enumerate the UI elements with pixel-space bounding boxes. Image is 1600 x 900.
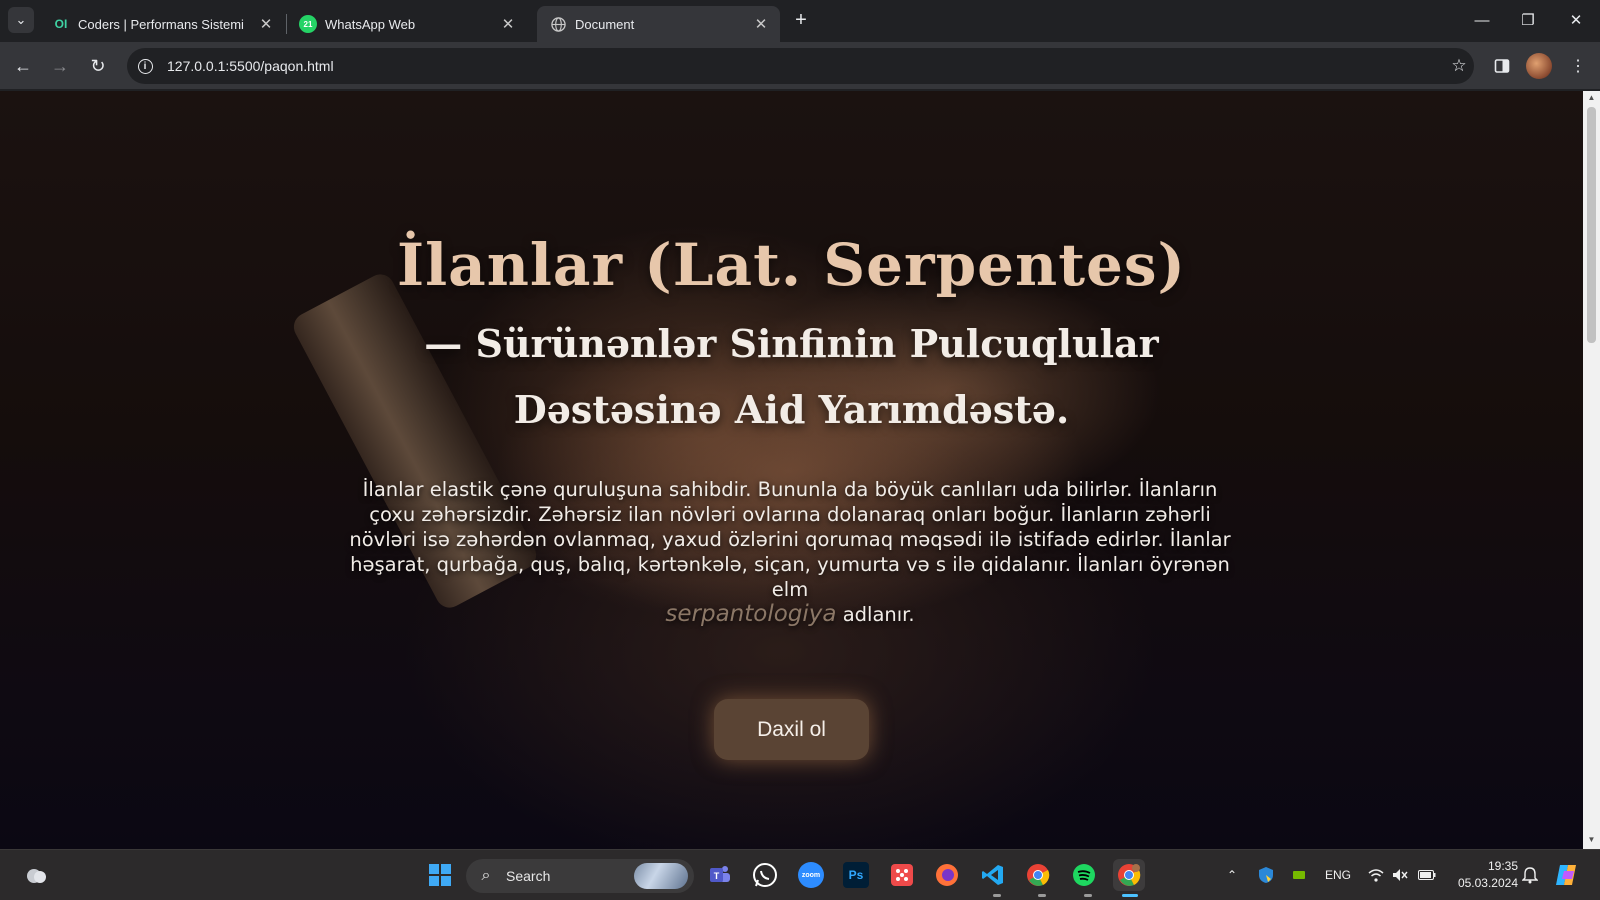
- clock-time: 19:35: [1487, 859, 1518, 873]
- battery-icon[interactable]: [1416, 864, 1438, 886]
- close-icon[interactable]: ✕: [257, 15, 275, 33]
- menu-kebab-icon[interactable]: ⋮: [1564, 52, 1592, 80]
- coders-favicon-icon: OI: [54, 17, 68, 31]
- tab-document[interactable]: Document ✕: [537, 6, 780, 42]
- clock-date: 05.03.2024: [1457, 876, 1518, 890]
- scroll-down-arrow-icon[interactable]: ▼: [1587, 835, 1596, 844]
- hero-section: İlanlar (Lat. Serpentes) — Sürünənlər Si…: [0, 91, 1583, 849]
- search-highlight-image: [634, 863, 688, 889]
- chrome-running-indicator: [1038, 894, 1046, 897]
- speaker-muted-icon[interactable]: [1390, 864, 1410, 886]
- defender-shield-icon[interactable]: [1255, 864, 1277, 886]
- tab-strip: ⌄ OI Coders | Performans Sistemi ✕ 21 Wh…: [0, 0, 1600, 42]
- close-icon[interactable]: ✕: [499, 15, 517, 33]
- page-subtitle-line2: Dəstəsinə Aid Yarımdəstə.: [513, 387, 1070, 432]
- bookmark-star-icon[interactable]: ☆: [1444, 56, 1474, 76]
- description-end: adlanır.: [842, 603, 915, 626]
- login-button[interactable]: Daxil ol: [714, 699, 869, 760]
- minimize-icon[interactable]: —: [1470, 8, 1494, 32]
- reload-icon[interactable]: ↻: [84, 52, 112, 80]
- window-close-icon[interactable]: ✕: [1564, 8, 1588, 32]
- svg-text:T: T: [714, 871, 720, 881]
- profile-avatar[interactable]: [1526, 53, 1552, 79]
- description-paragraph: İlanlar elastik çənə quruluşuna sahibdir…: [340, 477, 1240, 627]
- vscode-icon[interactable]: [977, 859, 1009, 891]
- active-app-indicator: [1122, 894, 1138, 897]
- whatsapp-favicon-icon: 21: [299, 15, 317, 33]
- sandbox-app-icon[interactable]: [886, 859, 918, 891]
- scrollbar-thumb[interactable]: [1587, 107, 1596, 343]
- page-viewport: İlanlar (Lat. Serpentes) — Sürünənlər Si…: [0, 91, 1583, 849]
- url-text[interactable]: 127.0.0.1:5500/paqon.html: [167, 58, 1444, 74]
- language-indicator[interactable]: ENG: [1322, 864, 1354, 886]
- scroll-up-arrow-icon[interactable]: ▲: [1587, 93, 1596, 102]
- tab-search-chevron-icon[interactable]: ⌄: [8, 7, 34, 33]
- chrome-profile-icon[interactable]: [1113, 859, 1145, 891]
- globe-icon: [549, 15, 567, 33]
- firefox-icon[interactable]: [931, 859, 963, 891]
- search-icon: ⌕: [481, 867, 491, 884]
- browser-toolbar: ← → ↻ i 127.0.0.1:5500/paqon.html ☆ ⋮: [0, 42, 1600, 90]
- page-scrollbar[interactable]: ▲ ▼: [1583, 91, 1600, 849]
- page-subtitle-line1: — Sürünənlər Sinfinin Pulcuqlular: [424, 321, 1159, 366]
- weather-icon[interactable]: [20, 859, 52, 891]
- tab-title: Coders | Performans Sistemi: [78, 16, 244, 32]
- back-arrow-icon[interactable]: ←: [9, 52, 37, 80]
- serpentology-term: serpantologiya: [665, 601, 837, 627]
- address-bar[interactable]: i 127.0.0.1:5500/paqon.html ☆: [127, 48, 1474, 84]
- site-info-icon[interactable]: i: [127, 48, 163, 84]
- chrome-icon[interactable]: [1022, 859, 1054, 891]
- description-text: İlanlar elastik çənə quruluşuna sahibdir…: [349, 478, 1231, 601]
- tray-chevron-up-icon[interactable]: ⌃: [1222, 864, 1242, 886]
- wifi-icon[interactable]: [1366, 864, 1386, 886]
- nvidia-icon[interactable]: [1289, 864, 1309, 886]
- copilot-icon[interactable]: [1552, 859, 1582, 891]
- close-icon[interactable]: ✕: [752, 15, 770, 33]
- new-tab-button[interactable]: +: [790, 9, 812, 31]
- windows-start-icon[interactable]: [424, 859, 456, 891]
- taskbar-search-box[interactable]: ⌕ Search: [466, 859, 694, 893]
- tab-whatsapp[interactable]: 21 WhatsApp Web ✕: [287, 6, 527, 42]
- photoshop-icon[interactable]: Ps: [840, 859, 872, 891]
- system-clock[interactable]: 19:35 05.03.2024: [1444, 858, 1518, 892]
- spotify-running-indicator: [1084, 894, 1092, 897]
- side-panel-icon[interactable]: [1488, 52, 1516, 80]
- spotify-icon[interactable]: [1068, 859, 1100, 891]
- vscode-running-indicator: [993, 894, 1001, 897]
- tab-title: WhatsApp Web: [325, 16, 416, 32]
- search-label: Search: [506, 868, 551, 884]
- notification-bell-icon[interactable]: [1520, 864, 1540, 886]
- whatsapp-icon[interactable]: [749, 859, 781, 891]
- windows-taskbar: ⌕ Search T zoom Ps ⌃ ENG 19:35 05.03.202…: [0, 849, 1600, 900]
- tab-coders[interactable]: OI Coders | Performans Sistemi ✕: [40, 6, 285, 42]
- restore-icon[interactable]: ❐: [1516, 8, 1540, 32]
- zoom-icon[interactable]: zoom: [795, 859, 827, 891]
- tab-title: Document: [575, 16, 635, 32]
- page-title: İlanlar (Lat. Serpentes): [396, 231, 1187, 299]
- forward-arrow-icon[interactable]: →: [46, 52, 74, 80]
- teams-icon[interactable]: T: [704, 859, 736, 891]
